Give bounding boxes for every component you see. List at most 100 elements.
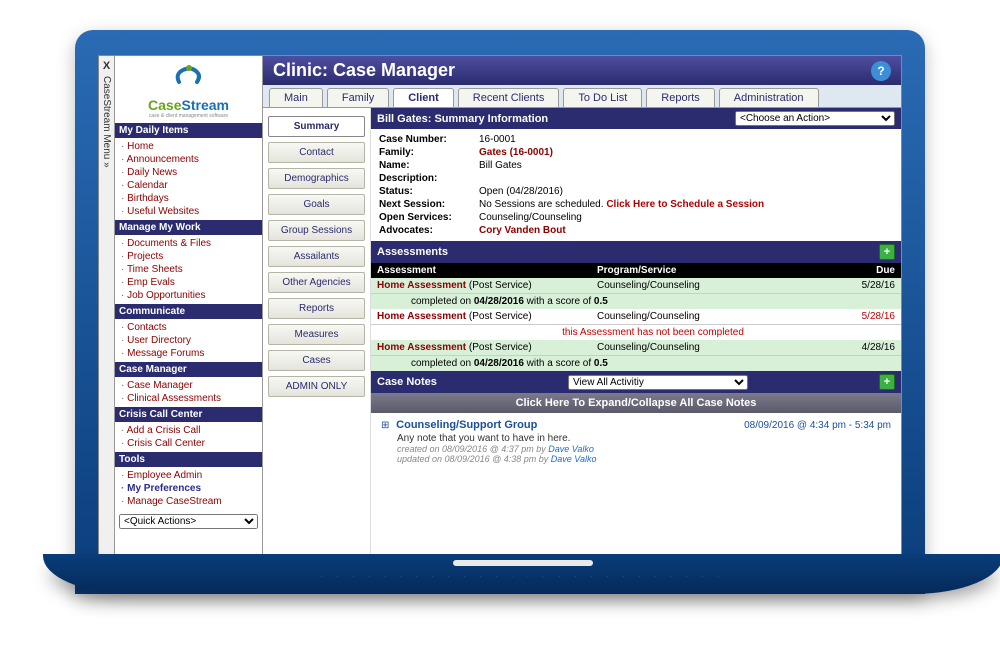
tab-main[interactable]: Main [269, 88, 323, 107]
sidebar-section-header: Crisis Call Center [115, 407, 262, 422]
assessment-row[interactable]: Home Assessment (Post Service)Counseling… [371, 340, 901, 356]
val-status: Open (04/28/2016) [479, 186, 563, 197]
titlebar: Clinic: Case Manager ? [263, 56, 901, 85]
assessments-title: Assessments [377, 246, 448, 258]
tab-recent-clients[interactable]: Recent Clients [458, 88, 560, 107]
note-author[interactable]: Dave Valko [548, 444, 594, 454]
assessment-sub: this Assessment has not been completed [371, 325, 901, 340]
content: Summary Contact Demographics Goals Group Ses… [263, 108, 901, 554]
lbl-advocates: Advocates: [379, 225, 479, 236]
subnav-summary[interactable]: Summary [268, 116, 365, 137]
assessment-sub: completed on 04/28/2016 with a score of … [371, 356, 901, 371]
summary-header-bar: Bill Gates: Summary Information <Choose … [371, 108, 901, 129]
tab-administration[interactable]: Administration [719, 88, 819, 107]
subnav-other-agencies[interactable]: Other Agencies [268, 272, 365, 293]
page-title: Clinic: Case Manager [273, 60, 455, 81]
tab-to-do-list[interactable]: To Do List [563, 88, 642, 107]
schedule-session-link[interactable]: Click Here to Schedule a Session [606, 199, 764, 210]
sidebar-item[interactable]: Employee Admin [115, 469, 262, 482]
sidebar-item[interactable]: Time Sheets [115, 263, 262, 276]
sidebar-item[interactable]: User Directory [115, 334, 262, 347]
assessment-sub: completed on 04/28/2016 with a score of … [371, 294, 901, 309]
sidebar-item[interactable]: Useful Websites [115, 205, 262, 218]
col-program: Program/Service [597, 265, 835, 276]
val-open-services: Counseling/Counseling [479, 212, 582, 223]
case-notes-filter[interactable]: View All Activitiy [568, 375, 748, 390]
sidebar-item[interactable]: Add a Crisis Call [115, 424, 262, 437]
sidebar-item[interactable]: Emp Evals [115, 276, 262, 289]
subnav: Summary Contact Demographics Goals Group Ses… [263, 108, 371, 554]
lbl-next-session: Next Session: [379, 199, 479, 210]
note-author[interactable]: Dave Valko [551, 454, 597, 464]
help-icon[interactable]: ? [871, 61, 891, 81]
tab-reports[interactable]: Reports [646, 88, 715, 107]
detail: Bill Gates: Summary Information <Choose … [371, 108, 901, 554]
subnav-cases[interactable]: Cases [268, 350, 365, 371]
assessments-bar: Assessments + [371, 241, 901, 263]
sidebar-section-header: My Daily Items [115, 123, 262, 138]
sidebar-section-header: Communicate [115, 304, 262, 319]
sidebar-toggle[interactable]: X CaseStream Menu » [99, 56, 115, 554]
assessment-row[interactable]: Home Assessment (Post Service)Counseling… [371, 278, 901, 294]
subnav-reports[interactable]: Reports [268, 298, 365, 319]
laptop-base: . . . . . . . . . . . . . . . . . . . . … [43, 554, 1000, 594]
sidebar-item[interactable]: Calendar [115, 179, 262, 192]
note-time: 08/09/2016 @ 4:34 pm - 5:34 pm [744, 420, 891, 431]
tab-client[interactable]: Client [393, 88, 454, 107]
case-note: ⊞ Counseling/Support Group 08/09/2016 @ 4… [371, 413, 901, 470]
laptop-frame: X CaseStream Menu » CaseStream case & cl… [75, 30, 925, 594]
sidebar-item[interactable]: Home [115, 140, 262, 153]
expand-all-notes[interactable]: Click Here To Expand/Collapse All Case N… [371, 393, 901, 413]
case-notes-title: Case Notes [377, 376, 437, 388]
logo-icon [119, 62, 258, 97]
logo: CaseStream case & client management soft… [115, 56, 262, 123]
sidebar-item[interactable]: Announcements [115, 153, 262, 166]
lbl-family: Family: [379, 147, 479, 158]
sidebar-item[interactable]: Crisis Call Center [115, 437, 262, 450]
sidebar-item[interactable]: Contacts [115, 321, 262, 334]
assessments-cols: Assessment Program/Service Due [371, 263, 901, 278]
val-next-session: No Sessions are scheduled. Click Here to… [479, 199, 764, 210]
close-icon[interactable]: X [103, 60, 110, 72]
sidebar-item[interactable]: Birthdays [115, 192, 262, 205]
val-case-number: 16-0001 [479, 134, 516, 145]
logo-tagline: case & client management software [119, 113, 258, 119]
sidebar-item[interactable]: Message Forums [115, 347, 262, 360]
sidebar-item[interactable]: Documents & Files [115, 237, 262, 250]
case-notes-bar: Case Notes View All Activitiy + [371, 371, 901, 393]
lbl-name: Name: [379, 160, 479, 171]
sidebar-item[interactable]: Case Manager [115, 379, 262, 392]
note-expand-icon[interactable]: ⊞ [381, 420, 389, 431]
subnav-measures[interactable]: Measures [268, 324, 365, 345]
col-assessment: Assessment [377, 265, 597, 276]
action-dropdown[interactable]: <Choose an Action> [735, 111, 895, 126]
quick-actions-select[interactable]: <Quick Actions> [119, 514, 258, 529]
sidebar-section-header: Manage My Work [115, 220, 262, 235]
sidebar-item[interactable]: Daily News [115, 166, 262, 179]
sidebar-section-header: Case Manager [115, 362, 262, 377]
subnav-group-sessions[interactable]: Group Sessions [268, 220, 365, 241]
sidebar-item[interactable]: Clinical Assessments [115, 392, 262, 405]
subnav-goals[interactable]: Goals [268, 194, 365, 215]
quick-actions[interactable]: <Quick Actions> [119, 514, 258, 529]
note-title[interactable]: Counseling/Support Group [396, 419, 537, 431]
app-screen: X CaseStream Menu » CaseStream case & cl… [98, 55, 902, 555]
sidebar-item[interactable]: My Preferences [115, 482, 262, 495]
sidebar-item[interactable]: Projects [115, 250, 262, 263]
add-case-note-button[interactable]: + [879, 374, 895, 390]
sidebar-item[interactable]: Job Opportunities [115, 289, 262, 302]
subnav-demographics[interactable]: Demographics [268, 168, 365, 189]
add-assessment-button[interactable]: + [879, 244, 895, 260]
logo-text: CaseStream [119, 97, 258, 113]
subnav-assailants[interactable]: Assailants [268, 246, 365, 267]
assessment-row[interactable]: Home Assessment (Post Service)Counseling… [371, 309, 901, 325]
lbl-status: Status: [379, 186, 479, 197]
subnav-admin-only[interactable]: ADMIN ONLY [268, 376, 365, 397]
val-advocates[interactable]: Cory Vanden Bout [479, 225, 566, 236]
val-family[interactable]: Gates (16-0001) [479, 147, 553, 158]
tab-family[interactable]: Family [327, 88, 389, 107]
subnav-contact[interactable]: Contact [268, 142, 365, 163]
note-updated: updated on 08/09/2016 @ 4:38 pm by Dave … [381, 454, 891, 464]
sidebar-item[interactable]: Manage CaseStream [115, 495, 262, 508]
lbl-case-number: Case Number: [379, 134, 479, 145]
